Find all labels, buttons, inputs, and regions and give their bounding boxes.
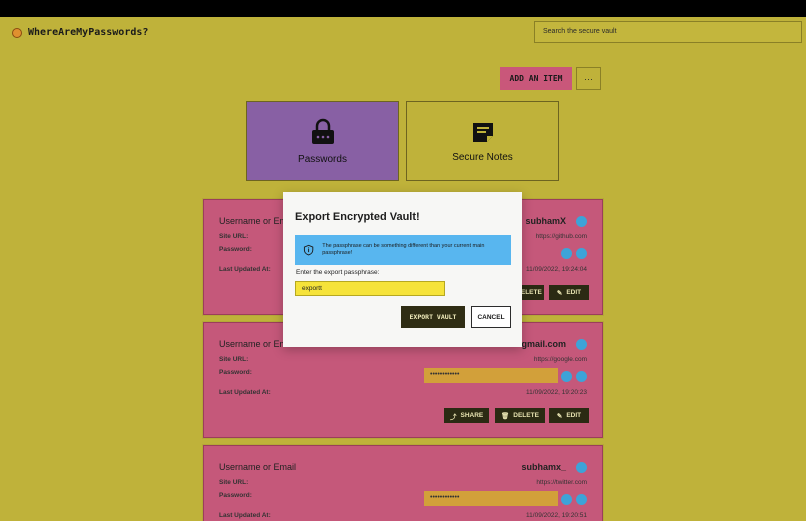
trash-icon: 🗑 (501, 412, 510, 420)
edit-icon: ✎ (556, 412, 563, 420)
share-label: SHARE (460, 412, 484, 419)
info-text: The passphrase can be something differen… (322, 242, 485, 256)
passphrase-label: Enter the export passphrase: (296, 269, 380, 276)
card-title: Username or Email (219, 462, 297, 472)
edit-label: EDIT (566, 289, 582, 296)
last-updated-value: 11/09/2022, 19:20:51 (526, 512, 587, 519)
last-updated-value: 11/09/2022, 19:24:04 (526, 266, 587, 273)
site-url-value: https://google.com (533, 356, 587, 363)
site-url-value: https://twitter.com (536, 479, 587, 486)
copy-username-icon[interactable] (576, 216, 587, 227)
share-button[interactable]: ⤴ SHARE (444, 408, 490, 423)
export-vault-button[interactable]: EXPORT VAULT (401, 306, 465, 328)
modal-title: Export Encrypted Vault! (295, 211, 420, 223)
delete-label: DELETE (513, 412, 539, 419)
password-card: Username or Email subhamx_ Site URL: htt… (203, 445, 603, 521)
last-updated-label: Last Updated At: (219, 512, 271, 519)
search-input[interactable]: Search the secure vault (534, 21, 802, 43)
edit-button[interactable]: ✎ EDIT (549, 285, 589, 300)
site-url-label: Site URL: (219, 479, 249, 486)
category-label: Secure Notes (452, 151, 513, 163)
card-username: gmail.com (521, 339, 566, 349)
password-label: Password: (219, 246, 252, 253)
notes-icon (472, 122, 493, 142)
site-url-label: Site URL: (219, 233, 249, 240)
lock-icon (311, 118, 334, 144)
top-bar (0, 0, 806, 17)
add-item-button[interactable]: ADD AN ITEM (500, 67, 572, 90)
logo-icon (12, 27, 22, 38)
copy-username-icon[interactable] (576, 462, 587, 473)
edit-button[interactable]: ✎ EDIT (549, 408, 589, 423)
app-title: WhereAreMyPasswords? (28, 27, 149, 38)
show-password-icon[interactable] (561, 494, 572, 505)
password-label: Password: (219, 492, 252, 499)
edit-icon: ✎ (556, 289, 563, 297)
copy-password-icon[interactable] (576, 494, 587, 505)
card-username: subhamx_ (521, 462, 566, 472)
shield-info-icon (303, 244, 314, 256)
last-updated-label: Last Updated At: (219, 266, 271, 273)
copy-password-icon[interactable] (576, 248, 587, 259)
site-url-label: Site URL: (219, 356, 249, 363)
category-label: Passwords (298, 153, 347, 165)
category-secure-notes[interactable]: Secure Notes (406, 101, 559, 181)
last-updated-label: Last Updated At: (219, 389, 271, 396)
show-password-icon[interactable] (561, 371, 572, 382)
share-icon: ⤴ (450, 413, 457, 421)
info-banner: The passphrase can be something differen… (295, 235, 511, 265)
show-password-icon[interactable] (561, 248, 572, 259)
card-username: subhamX (525, 216, 566, 226)
password-field[interactable]: •••••••••••• (424, 368, 558, 383)
site-url-value: https://github.com (535, 233, 587, 240)
password-label: Password: (219, 369, 252, 376)
export-vault-modal: Export Encrypted Vault! The passphrase c… (283, 192, 522, 347)
password-field[interactable]: •••••••••••• (424, 491, 558, 506)
edit-label: EDIT (566, 412, 582, 419)
copy-password-icon[interactable] (576, 371, 587, 382)
app-logo[interactable]: WhereAreMyPasswords? (12, 27, 148, 38)
cancel-button[interactable]: CANCEL (471, 306, 511, 328)
passphrase-input[interactable]: exportt (295, 281, 445, 296)
delete-button[interactable]: 🗑 DELETE (495, 408, 545, 423)
last-updated-value: 11/09/2022, 19:20:23 (526, 389, 587, 396)
copy-username-icon[interactable] (576, 339, 587, 350)
category-passwords[interactable]: Passwords (246, 101, 399, 181)
more-options-button[interactable]: ··· (576, 67, 601, 90)
